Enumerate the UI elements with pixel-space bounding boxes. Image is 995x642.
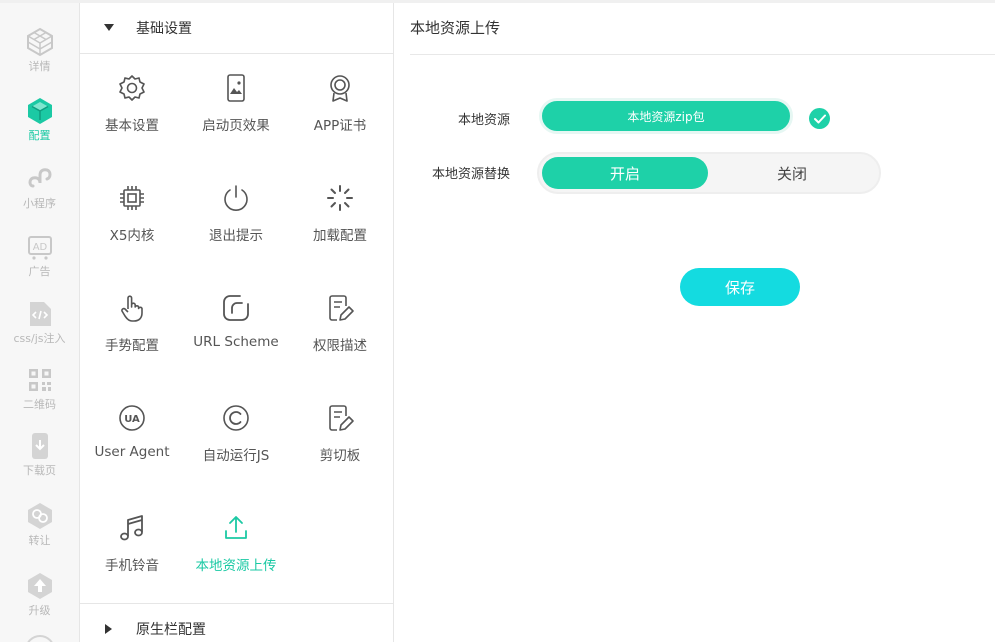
tile-label: User Agent <box>94 444 170 460</box>
menu-tile-permission-desc[interactable]: 权限描述 <box>288 278 392 358</box>
chip-icon <box>116 182 148 214</box>
qrcode-icon <box>25 365 55 395</box>
content-panel: 本地资源上传 本地资源 本地资源zip包 本地资源替换 开启 关闭 保存 <box>394 3 995 642</box>
menu-tile-url-scheme[interactable]: URL Scheme <box>184 278 288 358</box>
tile-label: 剪切板 <box>319 448 361 464</box>
rail-item-qrcode[interactable]: 二维码 <box>0 361 79 429</box>
caret-right-icon <box>104 624 114 634</box>
rail-item-ads[interactable]: AD 广告 <box>0 228 79 296</box>
cube-solid-icon <box>25 96 55 126</box>
rail-overflow-icon <box>25 635 55 642</box>
menu-tile-loading-config[interactable]: 加载配置 <box>288 168 392 248</box>
menu-tile-splash-effect[interactable]: 启动页效果 <box>184 58 288 138</box>
rail-item-label: 小程序 <box>23 197 56 210</box>
svg-text:UA: UA <box>124 414 140 425</box>
clipboard-edit-icon <box>324 402 356 434</box>
rail-item-details[interactable]: 详情 <box>0 23 79 91</box>
tile-label: 加载配置 <box>313 228 367 244</box>
menu-tile-x5-kernel[interactable]: X5内核 <box>80 168 184 248</box>
tile-label: URL Scheme <box>193 334 279 350</box>
check-circle-icon <box>809 108 830 129</box>
menu-tile-app-certificate[interactable]: APP证书 <box>288 58 392 138</box>
menu-tile-auto-run-js[interactable]: 自动运行JS <box>184 388 288 468</box>
section-title: 基础设置 <box>136 21 192 37</box>
rail-item-label: 广告 <box>28 265 51 278</box>
rail-item-css-js-inject[interactable]: css/js注入 <box>0 295 79 363</box>
url-scheme-icon <box>220 292 252 324</box>
rail-item-label: 下载页 <box>23 464 56 477</box>
rail-item-label: 配置 <box>28 129 51 142</box>
svg-text:AD: AD <box>32 242 47 253</box>
tile-label: APP证书 <box>313 118 367 134</box>
local-resource-replace-label: 本地资源替换 <box>431 167 510 182</box>
local-resource-label: 本地资源 <box>457 113 510 128</box>
tile-label: 基本设置 <box>105 118 159 134</box>
edit-document-icon <box>324 292 356 324</box>
cube-outline-icon <box>25 27 55 57</box>
menu-tile-local-resource-upload[interactable]: 本地资源上传 <box>184 498 288 578</box>
section-title: 原生栏配置 <box>136 622 206 638</box>
loading-spinner-icon <box>324 182 356 214</box>
rail-item-transfer[interactable]: 转让 <box>0 497 79 565</box>
tile-label: 启动页效果 <box>202 118 270 134</box>
upload-icon <box>220 512 252 544</box>
save-button[interactable]: 保存 <box>680 268 800 306</box>
tile-label: 手势配置 <box>105 338 159 354</box>
tile-label: 自动运行JS <box>202 448 270 464</box>
rail-item-config[interactable]: 配置 <box>0 92 79 160</box>
rail-item-download-page[interactable]: 下载页 <box>0 427 79 495</box>
rail-item-label: css/js注入 <box>13 332 66 345</box>
rail-item-label: 二维码 <box>23 398 56 411</box>
gear-icon <box>116 72 148 104</box>
certificate-icon <box>324 72 356 104</box>
splash-image-icon <box>220 72 252 104</box>
left-icon-rail: 详情 配置 小程序 AD 广告 css/js注入 二维码 下载页 转让 升级 <box>0 3 80 642</box>
caret-down-icon <box>104 23 114 33</box>
transfer-icon <box>25 501 55 531</box>
ua-icon: UA <box>116 402 148 434</box>
hand-pointer-icon <box>116 292 148 324</box>
settings-menu: 基础设置 基本设置 启动页效果 APP证书 X5内核 退出提示 加载配置 手势配… <box>80 3 394 642</box>
ad-icon: AD <box>25 232 55 262</box>
rail-item-label: 升级 <box>28 604 51 617</box>
toggle-on-button[interactable]: 开启 <box>542 157 708 189</box>
download-page-icon <box>25 431 55 461</box>
rail-item-label: 转让 <box>28 534 51 547</box>
power-icon <box>220 182 252 214</box>
replace-toggle: 开启 关闭 <box>537 152 881 194</box>
mini-program-icon <box>25 164 55 194</box>
rail-item-upgrade[interactable]: 升级 <box>0 567 79 635</box>
section-header-native-bar[interactable]: 原生栏配置 <box>80 603 393 642</box>
copyright-c-icon <box>220 402 252 434</box>
tile-label: 本地资源上传 <box>195 558 277 574</box>
menu-tile-ringtone[interactable]: 手机铃音 <box>80 498 184 578</box>
code-file-icon <box>25 299 55 329</box>
menu-tile-gesture-config[interactable]: 手势配置 <box>80 278 184 358</box>
rail-item-mini-program[interactable]: 小程序 <box>0 160 79 228</box>
tile-label: 手机铃音 <box>105 558 159 574</box>
menu-tile-exit-prompt[interactable]: 退出提示 <box>184 168 288 248</box>
rail-item-label: 详情 <box>28 60 51 73</box>
menu-tile-clipboard[interactable]: 剪切板 <box>288 388 392 468</box>
upgrade-icon <box>25 571 55 601</box>
toggle-off-button[interactable]: 关闭 <box>709 157 875 189</box>
menu-tile-basic-settings[interactable]: 基本设置 <box>80 58 184 138</box>
tile-label: 权限描述 <box>313 338 367 354</box>
upload-zip-button[interactable]: 本地资源zip包 <box>539 98 793 134</box>
page-title: 本地资源上传 <box>410 3 995 55</box>
tile-label: X5内核 <box>109 228 155 244</box>
menu-tile-user-agent[interactable]: UA User Agent <box>80 388 184 468</box>
music-note-icon <box>116 512 148 544</box>
section-header-basic-settings[interactable]: 基础设置 <box>80 3 393 54</box>
tile-label: 退出提示 <box>209 228 263 244</box>
